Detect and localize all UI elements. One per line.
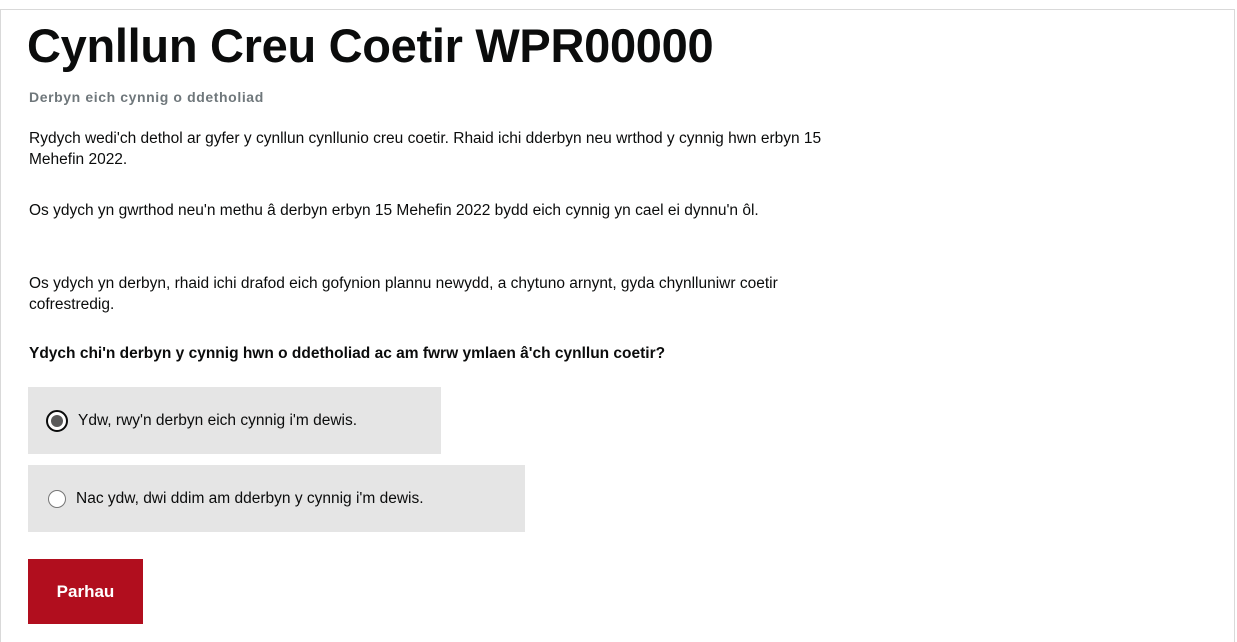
form-question: Ydych chi'n derbyn y cynnig hwn o ddetho… (29, 345, 666, 362)
page-title: Cynllun Creu Coetir WPR00000 (27, 19, 714, 72)
radio-label-decline: Nac ydw, dwi ddim am dderbyn y cynnig i'… (76, 489, 424, 507)
page-caption: Derbyn eich cynnig o ddetholiad (29, 89, 264, 105)
page-frame: Cynllun Creu Coetir WPR00000 Derbyn eich… (0, 9, 1235, 642)
radio-option-accept[interactable]: Ydw, rwy'n derbyn eich cynnig i'm dewis. (28, 387, 441, 454)
radio-option-decline[interactable]: Nac ydw, dwi ddim am dderbyn y cynnig i'… (28, 465, 525, 532)
continue-button[interactable]: Parhau (28, 559, 143, 624)
requirements-paragraph: Os ydych yn derbyn, rhaid ichi drafod ei… (29, 275, 778, 313)
radio-label-accept: Ydw, rwy'n derbyn eich cynnig i'm dewis. (78, 411, 358, 429)
radio-button-accept[interactable] (46, 409, 68, 432)
intro-paragraph: Rydych wedi'ch dethol ar gyfer y cynllun… (29, 130, 822, 168)
radio-button-decline[interactable] (48, 489, 66, 508)
withdrawal-paragraph: Os ydych yn gwrthod neu'n methu â derbyn… (29, 202, 759, 219)
